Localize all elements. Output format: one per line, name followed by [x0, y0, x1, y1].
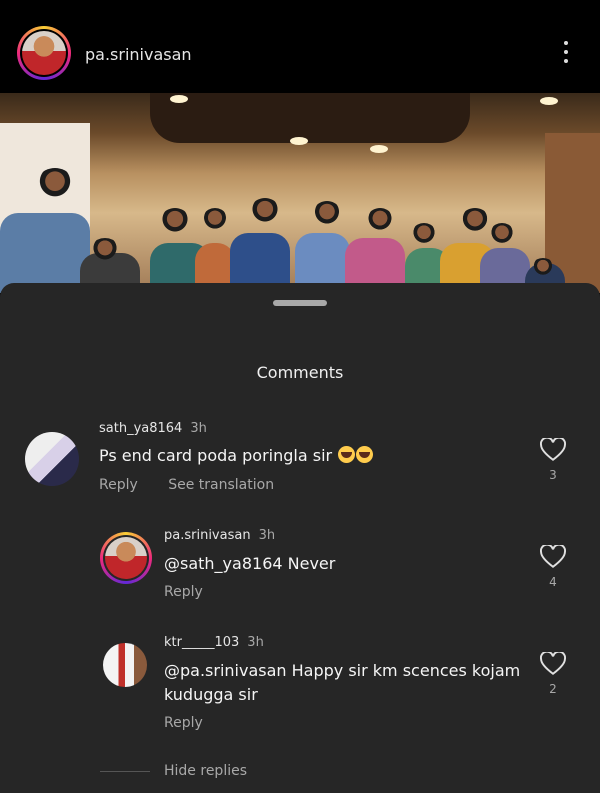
crying-face-icon: [338, 446, 356, 463]
comments-sheet: Comments sath_ya8164 3h Ps end card poda …: [0, 283, 600, 793]
comment-actions: Reply: [164, 584, 203, 600]
reply-button[interactable]: Reply: [99, 477, 138, 493]
more-options-icon[interactable]: [561, 41, 571, 67]
commenter-avatar[interactable]: [100, 532, 152, 584]
author-avatar[interactable]: [17, 26, 71, 80]
comment-text: @pa.srinivasan Happy sir km scences koja…: [164, 661, 521, 704]
drag-handle[interactable]: [273, 300, 327, 306]
comment-actions: Reply See translation: [99, 477, 274, 493]
post-header: pa.srinivasan: [0, 0, 600, 93]
like-count: 2: [549, 682, 557, 696]
hide-replies-divider: [100, 771, 150, 772]
reply-button[interactable]: Reply: [164, 715, 203, 731]
like-heart-icon[interactable]: [540, 652, 566, 676]
author-username[interactable]: pa.srinivasan: [85, 45, 192, 64]
commenter-avatar[interactable]: [25, 432, 79, 486]
see-translation-button[interactable]: See translation: [168, 477, 274, 493]
like-heart-icon[interactable]: [540, 545, 566, 569]
commenter-avatar[interactable]: [103, 643, 147, 687]
comment-actions: Reply: [164, 715, 203, 731]
comment-username[interactable]: ktr_____103 3h: [164, 635, 264, 650]
sheet-title: Comments: [256, 363, 344, 382]
comment-username[interactable]: sath_ya8164 3h: [99, 421, 207, 436]
comment-text: Ps end card poda poringla sir: [99, 444, 374, 468]
post-photo: [0, 93, 600, 293]
like-count: 4: [549, 575, 557, 589]
like-heart-icon[interactable]: [540, 438, 566, 462]
like-count: 3: [549, 468, 557, 482]
comment-text: @sath_ya8164 Never: [164, 554, 336, 573]
reply-button[interactable]: Reply: [164, 584, 203, 600]
hide-replies-button[interactable]: Hide replies: [164, 763, 247, 779]
comment-username[interactable]: pa.srinivasan 3h: [164, 528, 275, 543]
crying-face-icon: [356, 446, 374, 463]
